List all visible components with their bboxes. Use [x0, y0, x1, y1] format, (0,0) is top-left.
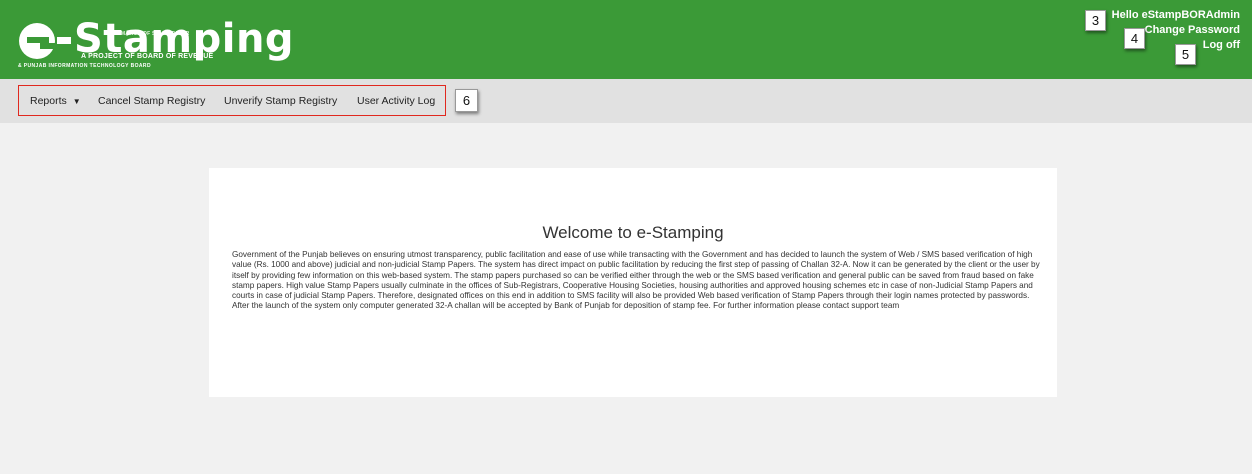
callout-3: 3: [1085, 10, 1106, 31]
welcome-body-text: Government of the Punjab believes on ens…: [232, 250, 1040, 311]
greeting-text: Hello eStampBORAdmin: [1111, 9, 1240, 21]
nav-item-reports-label: Reports: [30, 95, 67, 107]
callout-5: 5: [1175, 44, 1196, 65]
nav-item-cancel-stamp-registry[interactable]: Cancel Stamp Registry: [98, 95, 205, 107]
nav-item-unverify-stamp-registry[interactable]: Unverify Stamp Registry: [224, 95, 337, 107]
caret-down-icon: ▼: [72, 97, 81, 106]
logo-subtitle: A PROJECT OF BOARD OF REVENUE: [81, 53, 214, 60]
e-stamping-logo[interactable]: AUTOMATION OF STAMP PAPER Stamping A PRO…: [18, 16, 294, 74]
nav-item-user-activity-log[interactable]: User Activity Log: [357, 95, 435, 107]
callout-4: 4: [1124, 28, 1145, 49]
logo-e-icon: [19, 23, 56, 59]
welcome-panel: Welcome to e-Stamping Government of the …: [209, 168, 1057, 397]
nav-item-reports[interactable]: Reports ▼: [30, 95, 81, 107]
logo-dash: [57, 37, 71, 44]
nav-bar: Reports ▼ Cancel Stamp Registry Unverify…: [0, 79, 1252, 123]
logo-subtitle-2: & PUNJAB INFORMATION TECHNOLOGY BOARD: [18, 63, 151, 69]
header-bar: AUTOMATION OF STAMP PAPER Stamping A PRO…: [0, 0, 1252, 79]
welcome-title: Welcome to e-Stamping: [542, 223, 724, 242]
callout-6: 6: [455, 89, 478, 112]
